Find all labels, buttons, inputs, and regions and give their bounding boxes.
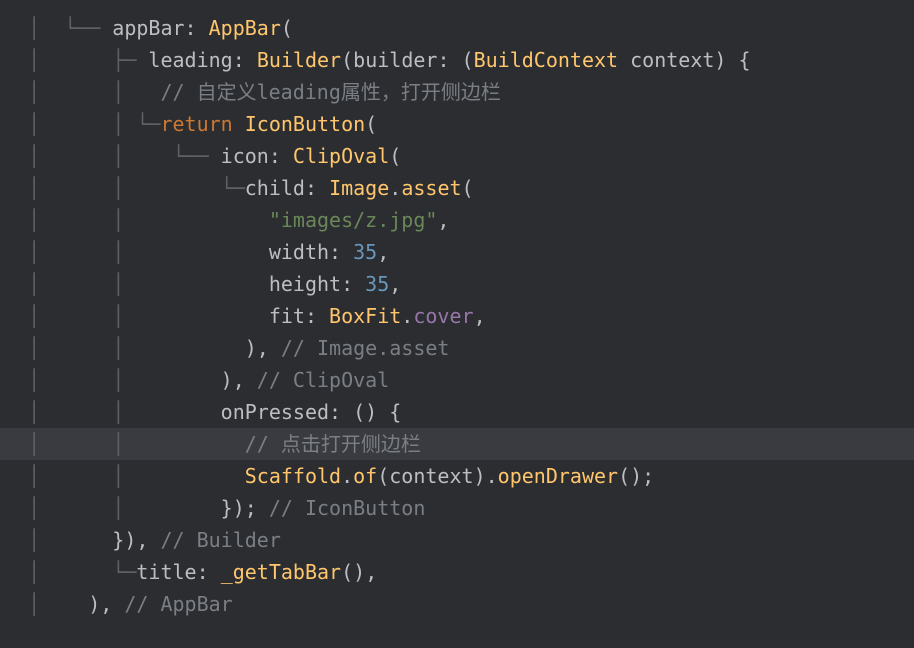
code-line-11: │ │ ), // Image.asset bbox=[12, 332, 914, 364]
number-35: 35 bbox=[365, 272, 389, 296]
code-line-7: │ │ "images/z.jpg", bbox=[12, 204, 914, 236]
code-line-1: │ └── appBar: AppBar( bbox=[12, 12, 914, 44]
indent-guide: │ │ └─ bbox=[28, 176, 245, 200]
string-image-path: "images/z.jpg" bbox=[269, 208, 438, 232]
param-width: width bbox=[269, 240, 329, 264]
code-line-14-highlighted: │ │ // 点击打开侧边栏 bbox=[0, 428, 914, 460]
code-line-19: │ ), // AppBar bbox=[12, 588, 914, 620]
code-line-2: │ ├─ leading: Builder(builder: (BuildCon… bbox=[12, 44, 914, 76]
code-line-10: │ │ fit: BoxFit.cover, bbox=[12, 300, 914, 332]
indent-guide: │ │ bbox=[28, 496, 221, 520]
indent-guide: │ │ bbox=[28, 80, 160, 104]
comment: // 点击打开侧边栏 bbox=[245, 432, 421, 456]
type-AppBar: AppBar bbox=[209, 16, 281, 40]
closing-comment: // Builder bbox=[148, 528, 280, 552]
indent-guide: │ bbox=[28, 592, 88, 616]
param-child: child bbox=[245, 176, 305, 200]
code-line-12: │ │ ), // ClipOval bbox=[12, 364, 914, 396]
param-leading: leading bbox=[148, 48, 232, 72]
var-context: context bbox=[389, 464, 473, 488]
prop-cover: cover bbox=[413, 304, 473, 328]
method-of: of bbox=[353, 464, 377, 488]
indent-guide: │ ├─ bbox=[28, 48, 148, 72]
method-getTabBar: _getTabBar bbox=[221, 560, 341, 584]
code-line-8: │ │ width: 35, bbox=[12, 236, 914, 268]
type-BuildContext: BuildContext bbox=[474, 48, 619, 72]
code-line-13: │ │ onPressed: () { bbox=[12, 396, 914, 428]
code-line-9: │ │ height: 35, bbox=[12, 268, 914, 300]
indent-guide: │ │ bbox=[28, 464, 245, 488]
code-line-18: │ └─title: _getTabBar(), bbox=[12, 556, 914, 588]
indent-guide: │ │ bbox=[28, 272, 269, 296]
param-builder: builder bbox=[353, 48, 437, 72]
type-Scaffold: Scaffold bbox=[245, 464, 341, 488]
indent-guide: │ │ bbox=[28, 432, 245, 456]
code-line-6: │ │ └─child: Image.asset( bbox=[12, 172, 914, 204]
code-line-16: │ │ }); // IconButton bbox=[12, 492, 914, 524]
method-openDrawer: openDrawer bbox=[498, 464, 618, 488]
code-line-3: │ │ // 自定义leading属性，打开侧边栏 bbox=[12, 76, 914, 108]
type-IconButton: IconButton bbox=[245, 112, 365, 136]
closing-comment: // AppBar bbox=[112, 592, 232, 616]
type-ClipOval: ClipOval bbox=[293, 144, 389, 168]
param-icon: icon bbox=[221, 144, 269, 168]
code-line-15: │ │ Scaffold.of(context).openDrawer(); bbox=[12, 460, 914, 492]
indent-guide: │ │ └── bbox=[28, 144, 221, 168]
indent-guide: │ │ bbox=[28, 336, 245, 360]
var-context: context bbox=[630, 48, 714, 72]
param-onPressed: onPressed bbox=[221, 400, 329, 424]
code-editor[interactable]: │ └── appBar: AppBar( │ ├─ leading: Buil… bbox=[0, 12, 914, 620]
param-fit: fit bbox=[269, 304, 305, 328]
indent-guide: │ │ bbox=[28, 208, 269, 232]
type-Image: Image bbox=[329, 176, 389, 200]
indent-guide: │ │ bbox=[28, 400, 221, 424]
param-title: title bbox=[136, 560, 196, 584]
comment: // 自定义leading属性，打开侧边栏 bbox=[160, 80, 500, 104]
method-asset: asset bbox=[401, 176, 461, 200]
indent-guide: │ └── bbox=[28, 16, 112, 40]
indent-guide: │ │ bbox=[28, 304, 269, 328]
indent-guide: │ │ bbox=[28, 368, 221, 392]
type-BoxFit: BoxFit bbox=[329, 304, 401, 328]
code-line-5: │ │ └── icon: ClipOval( bbox=[12, 140, 914, 172]
indent-guide: │ └─ bbox=[28, 560, 136, 584]
param-appBar: appBar bbox=[112, 16, 184, 40]
indent-guide: │ bbox=[28, 528, 112, 552]
type-Builder: Builder bbox=[257, 48, 341, 72]
param-height: height bbox=[269, 272, 341, 296]
indent-guide: │ │ bbox=[28, 240, 269, 264]
code-line-4: │ │ └─return IconButton( bbox=[12, 108, 914, 140]
indent-guide: │ │ └─ bbox=[28, 112, 160, 136]
closing-comment: // ClipOval bbox=[245, 368, 390, 392]
keyword-return: return bbox=[160, 112, 232, 136]
closing-comment: // IconButton bbox=[257, 496, 426, 520]
code-line-17: │ }), // Builder bbox=[12, 524, 914, 556]
number-35: 35 bbox=[353, 240, 377, 264]
closing-comment: // Image.asset bbox=[269, 336, 450, 360]
